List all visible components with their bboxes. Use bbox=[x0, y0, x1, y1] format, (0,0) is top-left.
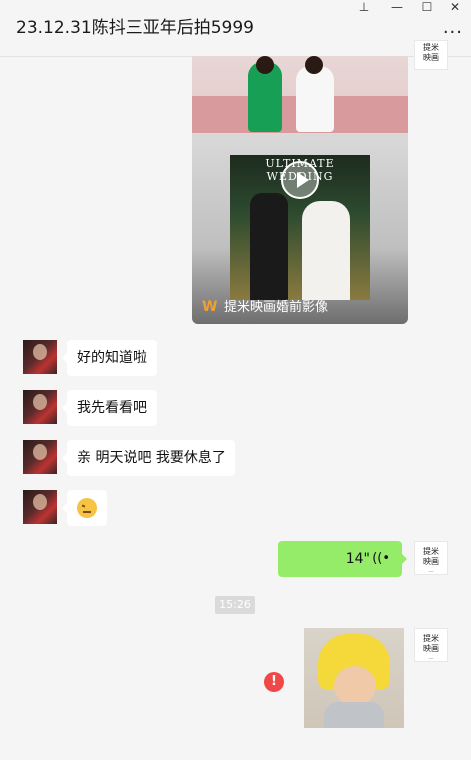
play-icon[interactable] bbox=[281, 161, 319, 199]
brand-logo-icon: W bbox=[202, 299, 218, 315]
contact-avatar[interactable] bbox=[23, 490, 57, 524]
angry-face-icon bbox=[77, 498, 97, 518]
card-title: 提米映画婚前影像 bbox=[224, 300, 329, 315]
brand-avatar[interactable]: 提米 映画 — bbox=[414, 628, 448, 662]
voice-message[interactable]: 14" ((• bbox=[278, 541, 407, 577]
brand-avatar-sub: — bbox=[428, 656, 434, 662]
brand-avatar-text: 映画 bbox=[423, 644, 439, 653]
minimize-icon[interactable]: — bbox=[384, 0, 410, 14]
brand-avatar-text: 映画 bbox=[423, 53, 439, 62]
maximize-icon[interactable]: ☐ bbox=[414, 0, 440, 14]
title-bar: 23.12.31陈抖三亚年后拍5999 ⊥ — ☐ ✕ ··· bbox=[0, 0, 471, 57]
chat-title: 23.12.31陈抖三亚年后拍5999 bbox=[16, 18, 254, 38]
brand-avatar-text: 映画 bbox=[423, 557, 439, 566]
brand-avatar-text: 提米 bbox=[423, 634, 439, 643]
contact-avatar[interactable] bbox=[23, 440, 57, 474]
card-video-preview: ULTIMATE WEDDING W 提米映画婚前影像 bbox=[192, 133, 408, 324]
pin-icon[interactable]: ⊥ bbox=[351, 0, 377, 14]
brand-avatar[interactable]: 提米 映画 bbox=[414, 40, 448, 70]
brand-avatar-text: 提米 bbox=[423, 43, 439, 52]
received-emoji-message[interactable] bbox=[62, 490, 107, 526]
received-message[interactable]: 我先看看吧 bbox=[62, 390, 157, 426]
brand-avatar-sub: — bbox=[428, 569, 434, 575]
received-message[interactable]: 好的知道啦 bbox=[62, 340, 157, 376]
contact-avatar[interactable] bbox=[23, 340, 57, 374]
video-card-message[interactable]: ULTIMATE WEDDING W 提米映画婚前影像 bbox=[192, 56, 408, 324]
received-message[interactable]: 亲 明天说吧 我要休息了 bbox=[62, 440, 235, 476]
sent-image-message[interactable] bbox=[304, 628, 404, 728]
voice-wave-icon: ((• bbox=[372, 551, 390, 566]
contact-avatar[interactable] bbox=[23, 390, 57, 424]
card-cover-photo bbox=[192, 56, 408, 133]
voice-duration: 14" bbox=[345, 551, 370, 567]
message-timestamp: 15:26 bbox=[215, 596, 255, 614]
send-failed-icon[interactable]: ! bbox=[264, 672, 284, 692]
brand-avatar[interactable]: 提米 映画 — bbox=[414, 541, 448, 575]
brand-avatar-text: 提米 bbox=[423, 547, 439, 556]
close-icon[interactable]: ✕ bbox=[442, 0, 468, 14]
